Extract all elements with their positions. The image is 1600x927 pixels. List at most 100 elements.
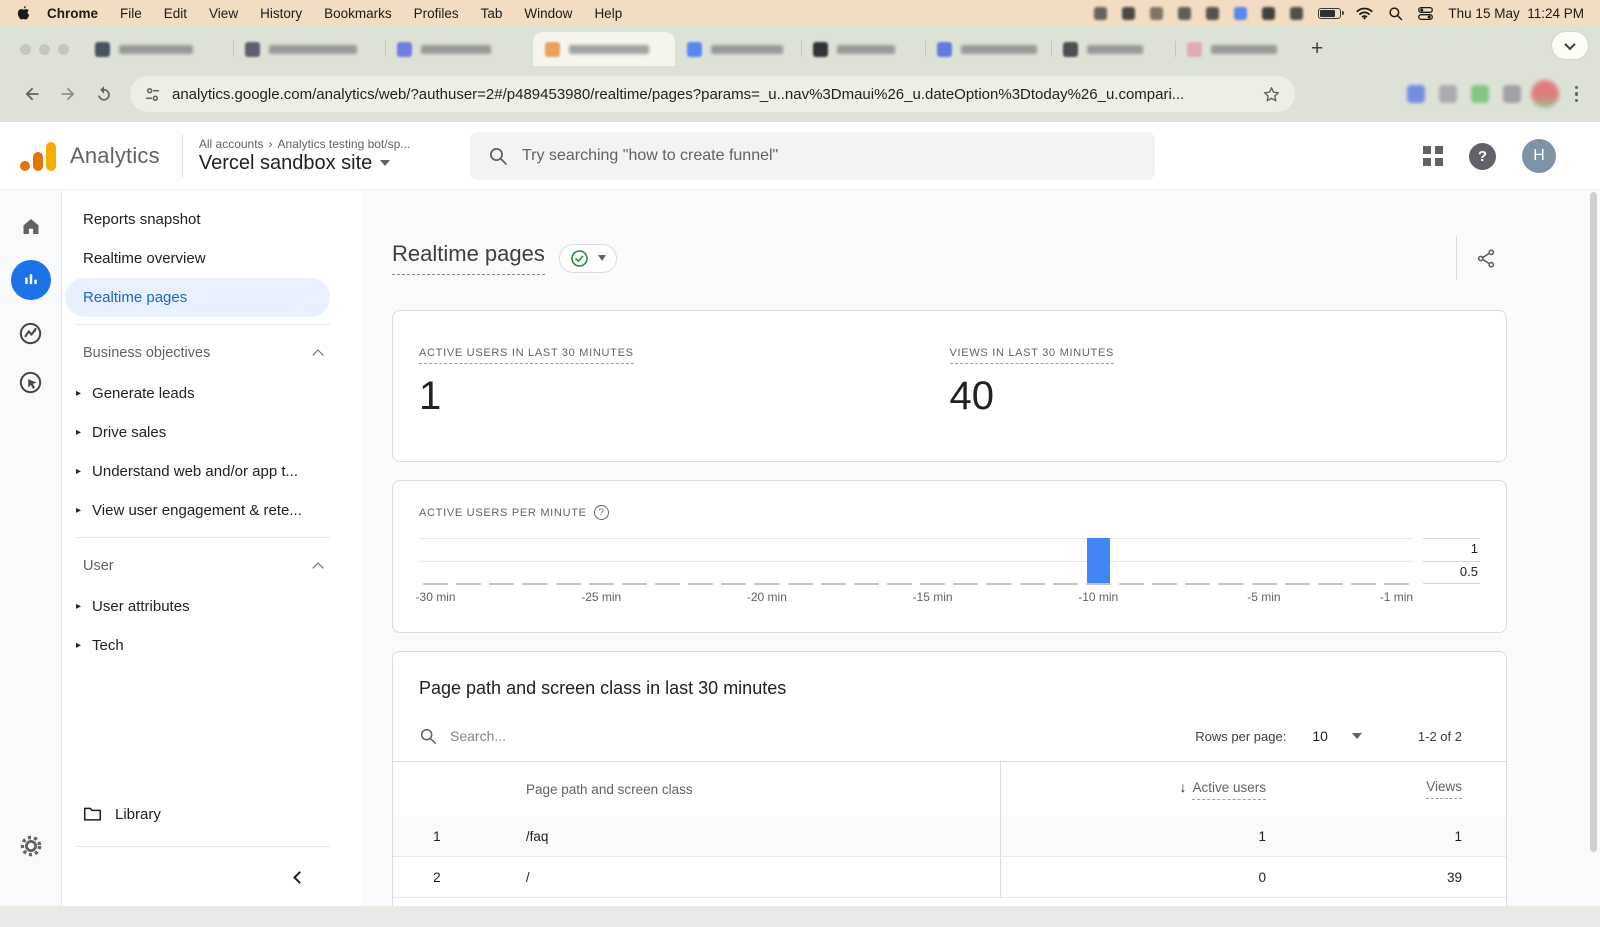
menubar-menu-tab[interactable]: Tab (470, 6, 514, 21)
column-header-page-path[interactable]: Page path and screen class (393, 782, 1000, 797)
status-icon-redacted[interactable] (1234, 6, 1248, 20)
sidebar-item-reports-snapshot[interactable]: Reports snapshot (62, 200, 362, 239)
help-icon[interactable]: ? (1469, 142, 1496, 170)
help-circle-icon[interactable]: ? (593, 505, 609, 520)
extension-icon-redacted[interactable] (1502, 85, 1521, 103)
breadcrumb[interactable]: All accounts › Analytics testing bot/sp.… (199, 137, 410, 151)
browser-menu-icon[interactable] (1574, 85, 1578, 103)
status-icon-redacted[interactable] (1178, 6, 1192, 20)
apple-logo-icon[interactable] (16, 5, 30, 21)
sidebar-section-user[interactable]: User (62, 545, 362, 587)
reports-icon-active[interactable] (10, 260, 51, 300)
sidebar-item-generate-leads[interactable]: ▸ Generate leads (62, 374, 362, 413)
browser-tab[interactable] (233, 32, 385, 66)
sidebar-item-library[interactable]: Library (62, 795, 362, 833)
vertical-scrollbar[interactable] (1590, 192, 1597, 852)
sidebar-item-tech[interactable]: ▸ Tech (62, 626, 362, 665)
back-button[interactable] (14, 76, 50, 112)
browser-tab[interactable] (83, 32, 233, 66)
menubar-menu-help[interactable]: Help (583, 6, 633, 21)
sidebar-item-realtime-overview[interactable]: Realtime overview (62, 239, 362, 278)
tab-search-button[interactable] (1552, 32, 1588, 59)
browser-tab[interactable] (675, 32, 801, 66)
browser-tab[interactable] (925, 32, 1051, 66)
status-icon-redacted[interactable] (1150, 6, 1164, 20)
sidebar-item-drive-sales[interactable]: ▸ Drive sales (62, 413, 362, 452)
close-window-button[interactable] (20, 43, 31, 55)
new-tab-button[interactable]: + (1299, 32, 1335, 66)
menubar-menu-history[interactable]: History (249, 6, 313, 21)
sidebar-item-view-user-engagement-rete[interactable]: ▸ View user engagement & rete... (62, 491, 362, 530)
menubar-menu-file[interactable]: File (109, 6, 153, 21)
property-selector[interactable]: Vercel sandbox site (199, 152, 410, 175)
table-search-input[interactable] (450, 728, 750, 744)
sidebar-item-realtime-pages[interactable]: Realtime pages (65, 278, 330, 317)
menubar-menu-edit[interactable]: Edit (153, 6, 198, 21)
zoom-window-button[interactable] (58, 43, 69, 55)
column-header-views[interactable]: Views (1266, 779, 1462, 799)
rows-per-page-value[interactable]: 10 (1312, 728, 1328, 744)
analytics-logo-icon[interactable] (20, 141, 56, 171)
page-title[interactable]: Realtime pages (392, 241, 545, 275)
share-icon[interactable] (1475, 247, 1498, 270)
forward-button[interactable] (50, 76, 86, 112)
browser-tab[interactable] (1051, 32, 1175, 66)
expand-arrow-icon[interactable]: ▸ (76, 466, 81, 477)
expand-arrow-icon[interactable]: ▸ (76, 601, 81, 612)
collapse-sidebar-button[interactable] (288, 866, 310, 888)
google-apps-grid-icon[interactable] (1423, 146, 1443, 166)
extension-icon-redacted[interactable] (1438, 85, 1457, 103)
status-icon-redacted[interactable] (1290, 6, 1304, 20)
site-settings-icon[interactable] (144, 86, 161, 103)
browser-tab[interactable] (385, 32, 533, 66)
sidebar-section-business-objectives[interactable]: Business objectives (62, 332, 362, 374)
menubar-menu-view[interactable]: View (198, 6, 249, 21)
metric-label[interactable]: VIEWS IN LAST 30 MINUTES (949, 347, 1115, 364)
account-avatar[interactable]: H (1522, 139, 1556, 173)
control-center-icon[interactable] (1418, 6, 1434, 20)
table-row[interactable]: 2 / 0 39 (393, 857, 1506, 898)
spotlight-search-icon[interactable] (1388, 6, 1403, 21)
window-controls[interactable] (8, 32, 83, 66)
browser-tab-active[interactable] (533, 32, 675, 66)
report-status-badge[interactable] (558, 243, 617, 273)
home-icon[interactable] (19, 214, 43, 238)
extension-icon-redacted[interactable] (1470, 85, 1489, 103)
browser-profile-avatar[interactable] (1530, 80, 1559, 108)
minimize-window-button[interactable] (39, 43, 50, 55)
browser-tab[interactable] (801, 32, 925, 66)
chevron-down-icon[interactable] (1351, 733, 1362, 739)
browser-tab[interactable] (1175, 32, 1299, 66)
extension-icon-redacted[interactable] (1406, 85, 1425, 103)
sidebar-item-understand-web-and-or-app-t[interactable]: ▸ Understand web and/or app t... (62, 452, 362, 491)
menubar-clock[interactable]: Thu 15 May 11:24 PM (1448, 6, 1584, 21)
status-icon-redacted[interactable] (1206, 6, 1220, 20)
status-icon-redacted[interactable] (1262, 6, 1276, 20)
expand-arrow-icon[interactable]: ▸ (76, 640, 81, 651)
url-bar[interactable]: analytics.google.com/analytics/web/?auth… (130, 76, 1295, 112)
wifi-icon[interactable] (1356, 6, 1374, 20)
menubar-menu-window[interactable]: Window (513, 6, 583, 21)
menubar-menu-bookmarks[interactable]: Bookmarks (313, 6, 403, 21)
ga-search-bar[interactable] (470, 132, 1155, 180)
bookmark-star-icon[interactable] (1262, 85, 1281, 104)
explore-icon[interactable] (17, 320, 44, 347)
reload-button[interactable] (86, 76, 122, 112)
expand-arrow-icon[interactable]: ▸ (76, 388, 81, 399)
status-icon-redacted[interactable] (1122, 6, 1136, 20)
column-header-active-users[interactable]: ↓ Active users (1001, 779, 1266, 800)
url-text[interactable]: analytics.google.com/analytics/web/?auth… (172, 86, 1251, 103)
ga-search-input[interactable] (522, 147, 1137, 165)
sidebar-item-user-attributes[interactable]: ▸ User attributes (62, 587, 362, 626)
chart-bar[interactable] (1086, 538, 1110, 584)
menubar-menu-chrome[interactable]: Chrome (36, 6, 109, 21)
advertising-icon[interactable] (17, 369, 44, 396)
table-row[interactable]: 1/faq 1 1 (393, 816, 1506, 857)
status-icon-redacted[interactable] (1094, 6, 1108, 20)
expand-arrow-icon[interactable]: ▸ (76, 505, 81, 516)
table-search[interactable] (419, 727, 1195, 745)
admin-gear-icon[interactable] (19, 834, 43, 858)
expand-arrow-icon[interactable]: ▸ (76, 427, 81, 438)
metric-label[interactable]: ACTIVE USERS IN LAST 30 MINUTES (419, 347, 634, 364)
menubar-menu-profiles[interactable]: Profiles (403, 6, 470, 21)
